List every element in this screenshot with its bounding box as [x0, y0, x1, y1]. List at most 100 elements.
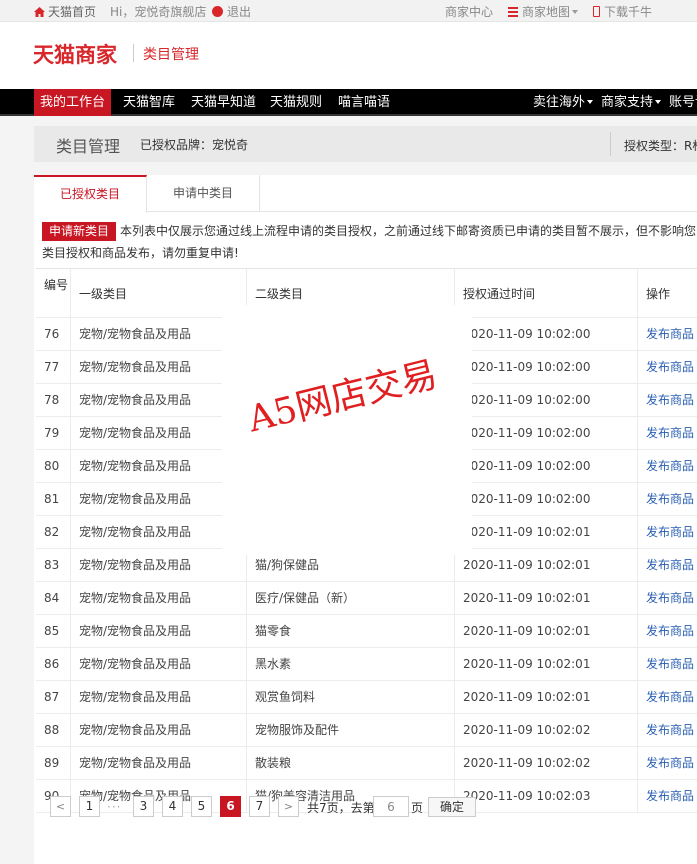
cell-time: 2020-11-09 10:02:00 — [463, 426, 591, 440]
publish-item-link[interactable]: 发布商品 — [646, 384, 697, 416]
page-5-button[interactable]: 5 — [191, 796, 212, 817]
cell-time: 2020-11-09 10:02:00 — [463, 492, 591, 506]
cell-no: 81 — [44, 492, 60, 506]
page-1-button[interactable]: 1 — [79, 796, 100, 817]
cell-time-cell: 2020-11-09 10:02:00 — [455, 351, 638, 383]
cell-level1: 宠物/宠物食品及用品 — [79, 492, 192, 506]
cell-level1-cell: 宠物/宠物食品及用品 — [71, 681, 247, 713]
prev-page-button[interactable]: < — [50, 796, 71, 817]
cell-time-cell: 2020-11-09 10:02:01 — [455, 681, 638, 713]
publish-item-link[interactable]: 发布商品 — [646, 516, 697, 548]
cell-level1-cell: 宠物/宠物食品及用品 — [71, 582, 247, 614]
cell-level1-cell: 宠物/宠物食品及用品 — [71, 483, 247, 515]
publish-item-link[interactable]: 发布商品 — [646, 747, 697, 779]
nav-item-think-tank[interactable]: 天猫智库 — [123, 89, 175, 116]
publish-item-link[interactable]: 发布商品 — [646, 483, 697, 515]
cell-time-cell: 2020-11-09 10:02:00 — [455, 450, 638, 482]
merchant-map-label: 商家地图 — [522, 5, 571, 19]
cell-no: 89 — [44, 756, 60, 770]
publish-item-link-cell: 发布商品 — [638, 681, 697, 713]
publish-item-link[interactable]: 发布商品 — [646, 318, 697, 350]
cell-no-cell: 78 — [36, 384, 71, 416]
publish-item-link[interactable]: 发布商品 — [646, 648, 697, 680]
cell-no-cell: 79 — [36, 417, 71, 449]
cell-level1-cell: 宠物/宠物食品及用品 — [71, 615, 247, 647]
merchant-center-link[interactable]: 商家中心 — [445, 3, 493, 20]
nav-item-workbench[interactable]: 我的工作台 — [34, 89, 112, 116]
pagination: < 1 ··· 3 4 5 6 7 > 共7页，去第 页 确定 — [50, 796, 690, 818]
cell-no-cell: 87 — [36, 681, 71, 713]
cell-level1: 宠物/宠物食品及用品 — [79, 756, 192, 770]
publish-item-link[interactable]: 发布商品 — [646, 417, 697, 449]
cell-level1: 宠物/宠物食品及用品 — [79, 657, 192, 671]
notice-text: 本列表中仅展示您通过线上流程申请的类目授权，之前通过线下邮寄资质已申请的类目暂不… — [42, 224, 697, 260]
cell-time: 2020-11-09 10:02:00 — [463, 327, 591, 341]
cell-no-cell: 85 — [36, 615, 71, 647]
cell-level2: 黑水素 — [255, 657, 292, 671]
greeting: Hi，宠悦奇旗舰店 — [110, 3, 225, 20]
cell-level1-cell: 宠物/宠物食品及用品 — [71, 549, 247, 581]
main-nav: 我的工作台 天猫智库 天猫早知道 天猫规则 喵言喵语 卖往海外 商家支持 账号设 — [0, 89, 697, 116]
publish-item-link[interactable]: 发布商品 — [646, 615, 697, 647]
merchant-map-menu[interactable]: 商家地图 — [508, 3, 579, 20]
cell-no-cell: 83 — [36, 549, 71, 581]
nav-item-early-news[interactable]: 天猫早知道 — [191, 89, 256, 116]
publish-item-link[interactable]: 发布商品 — [646, 681, 697, 713]
table-row: 89 宠物/宠物食品及用品 散装粮 2020-11-09 10:02:02 发布商品 — [36, 747, 697, 780]
home-link[interactable]: 天猫首页 — [34, 3, 96, 20]
cell-level1: 宠物/宠物食品及用品 — [79, 426, 192, 440]
cell-no-cell: 89 — [36, 747, 71, 779]
cell-time: 2020-11-09 10:02:02 — [463, 756, 591, 770]
nav-item-account[interactable]: 账号设 — [669, 89, 697, 116]
page-7-button[interactable]: 7 — [249, 796, 270, 817]
cell-time-cell: 2020-11-09 10:02:01 — [455, 648, 638, 680]
cell-level2-cell: 宠物服饰及配件 — [247, 714, 455, 746]
tab-authorized[interactable]: 已授权类目 — [34, 175, 147, 213]
greeting-text: Hi，宠悦奇旗舰店 — [110, 5, 207, 19]
publish-item-link-cell: 发布商品 — [638, 450, 697, 482]
cell-time: 2020-11-09 10:02:00 — [463, 459, 591, 473]
apply-new-category-button[interactable]: 申请新类目 — [42, 222, 117, 241]
tab-applying[interactable]: 申请中类目 — [147, 175, 260, 212]
chevron-down-icon — [655, 100, 662, 104]
publish-item-link-cell: 发布商品 — [638, 483, 697, 515]
next-page-button[interactable]: > — [278, 796, 299, 817]
cell-level2: 宠物服饰及配件 — [255, 723, 340, 737]
header-level1-label: 一级类目 — [79, 287, 128, 301]
nav-item-rules[interactable]: 天猫规则 — [270, 89, 322, 116]
publish-item-link-cell: 发布商品 — [638, 384, 697, 416]
page-title: 类目管理 — [56, 137, 121, 156]
page-4-button[interactable]: 4 — [162, 796, 183, 817]
cell-level1: 宠物/宠物食品及用品 — [79, 525, 192, 539]
publish-item-link[interactable]: 发布商品 — [646, 450, 697, 482]
support-label: 商家支持 — [601, 95, 654, 110]
nav-item-overseas[interactable]: 卖往海外 — [533, 89, 594, 116]
goto-page-input[interactable] — [373, 796, 409, 817]
publish-item-link[interactable]: 发布商品 — [646, 714, 697, 746]
cell-level1-cell: 宠物/宠物食品及用品 — [71, 450, 247, 482]
cell-time-cell: 2020-11-09 10:02:01 — [455, 615, 638, 647]
page-3-button[interactable]: 3 — [133, 796, 154, 817]
publish-item-link[interactable]: 发布商品 — [646, 582, 697, 614]
header-no-label: 编号 — [44, 278, 69, 292]
cell-time: 2020-11-09 10:02:01 — [463, 525, 591, 539]
cell-no-cell: 88 — [36, 714, 71, 746]
cell-level2-cell: 观赏鱼饲料 — [247, 681, 455, 713]
cell-no: 85 — [44, 624, 60, 638]
page-6-button[interactable]: 6 — [220, 796, 241, 817]
header-time-label: 授权通过时间 — [463, 287, 536, 301]
goto-confirm-button[interactable]: 确定 — [428, 797, 476, 817]
logout-link[interactable]: 退出 — [227, 3, 251, 20]
cell-time: 2020-11-09 10:02:00 — [463, 360, 591, 374]
pagination-ellipsis: ··· — [107, 800, 122, 814]
tmall-merchant-logo[interactable]: 天猫商家 — [33, 39, 117, 69]
cell-level1-cell: 宠物/宠物食品及用品 — [71, 318, 247, 350]
download-qianniu-link[interactable]: 下载千牛 — [593, 3, 652, 20]
publish-item-link[interactable]: 发布商品 — [646, 549, 697, 581]
wangwang-icon[interactable] — [212, 6, 224, 17]
nav-item-support[interactable]: 商家支持 — [601, 89, 662, 116]
nav-item-meow[interactable]: 喵言喵语 — [338, 89, 390, 116]
cell-level1: 宠物/宠物食品及用品 — [79, 690, 192, 704]
publish-item-link[interactable]: 发布商品 — [646, 351, 697, 383]
cell-no: 83 — [44, 558, 60, 572]
